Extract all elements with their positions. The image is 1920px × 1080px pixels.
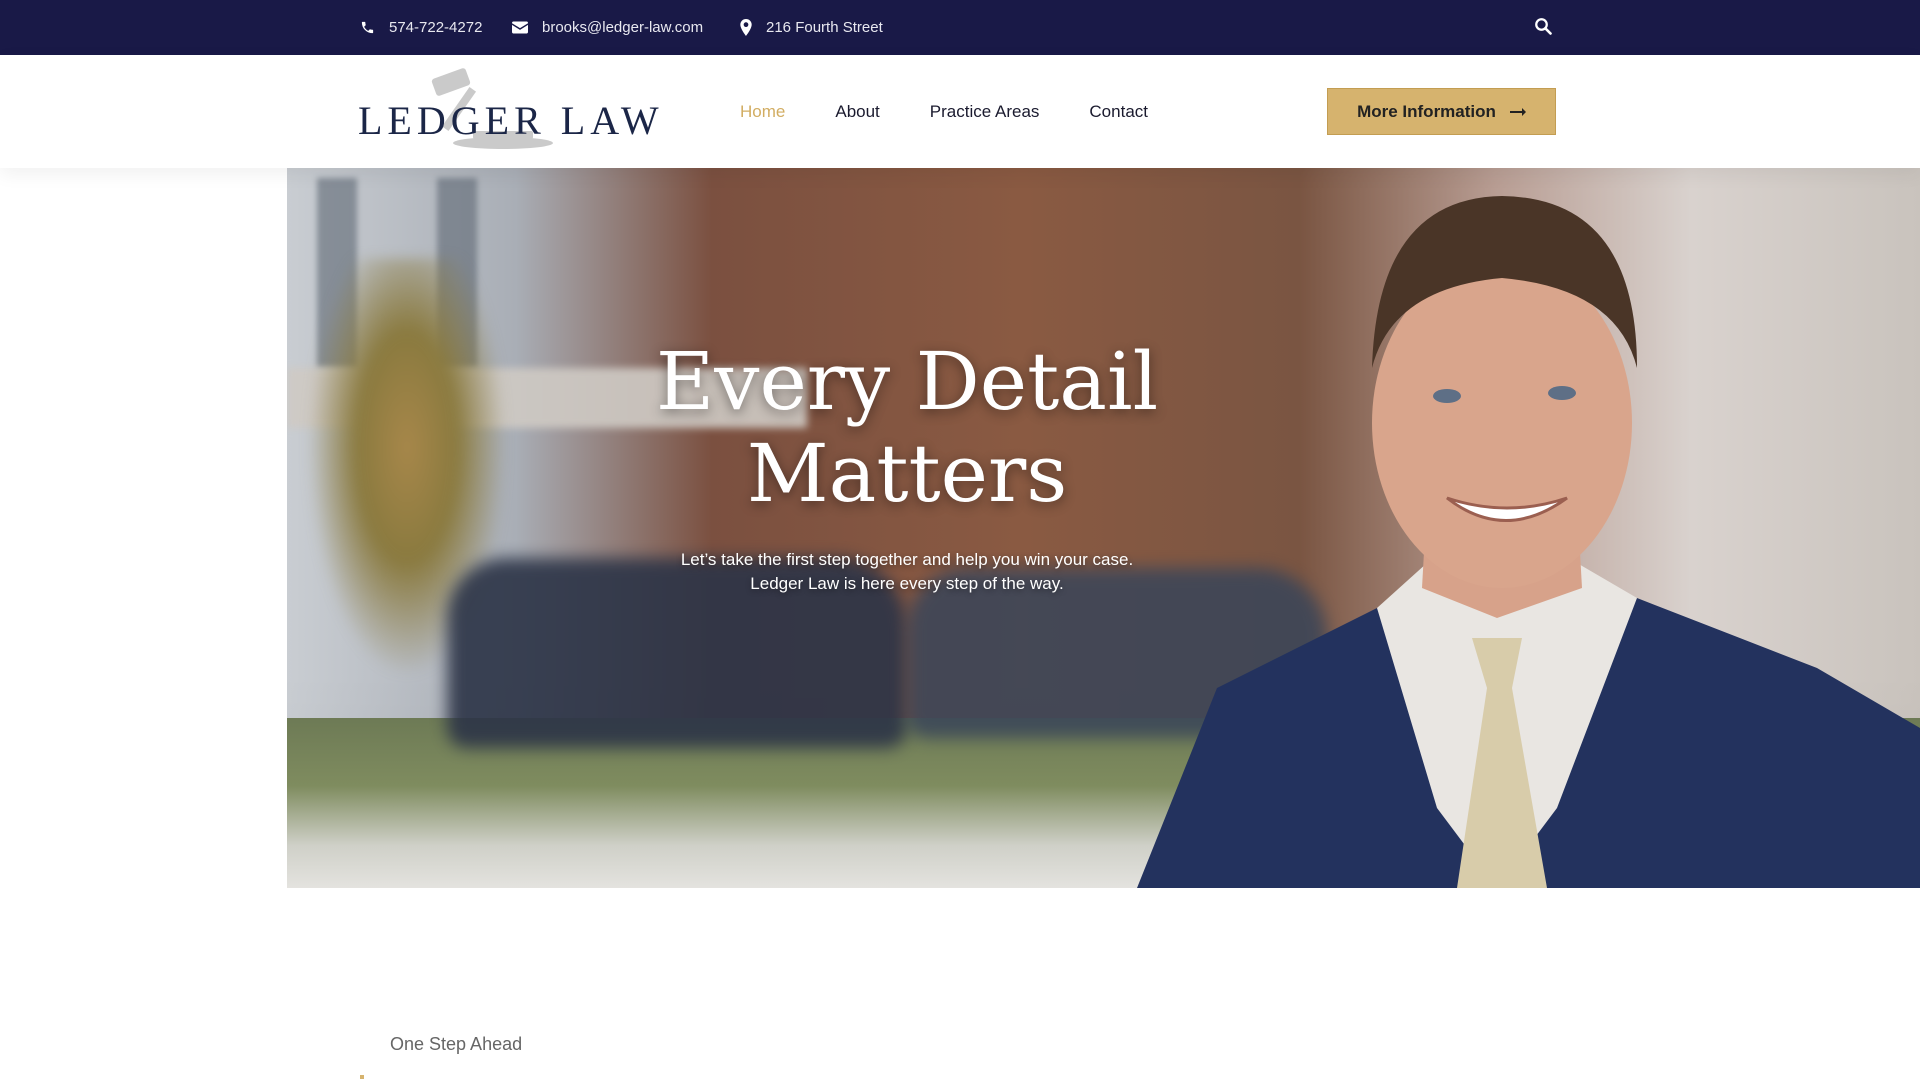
phone-icon (361, 21, 374, 34)
main-nav: Home About Practice Areas Contact (740, 55, 1148, 168)
top-contact-bar: 574-722-4272 brooks@ledger-law.com 216 F… (0, 0, 1920, 55)
hero-subtitle-line: Ledger Law is here every step of the way… (750, 574, 1064, 593)
hero-subtitle-line: Let’s take the first step together and h… (680, 550, 1134, 569)
nav-practice-areas[interactable]: Practice Areas (930, 102, 1040, 122)
hero-title: Every Detail Matters (587, 336, 1227, 520)
attorney-portrait (1137, 196, 1920, 888)
phone-link[interactable]: 574-722-4272 (360, 0, 482, 55)
logo-text: LEDGER LAW (358, 98, 664, 143)
phone-number: 574-722-4272 (389, 19, 483, 36)
email-link[interactable]: brooks@ledger-law.com (512, 0, 703, 55)
more-information-button[interactable]: More Information (1327, 88, 1556, 135)
arrow-right-icon (1509, 107, 1526, 116)
site-header: LEDGER LAW Home About Practice Areas Con… (0, 55, 1920, 168)
hero-title-line: Every Detail (655, 335, 1159, 428)
more-information-label: More Information (1357, 101, 1496, 121)
hero-subtitle: Let’s take the first step together and h… (587, 548, 1227, 596)
address-link[interactable]: 216 Fourth Street (740, 0, 883, 55)
map-pin-icon (740, 19, 752, 36)
eyebrow-accent (360, 1075, 364, 1079)
section-eyebrow: One Step Ahead (390, 1034, 523, 1054)
nav-contact[interactable]: Contact (1089, 102, 1148, 122)
nav-home[interactable]: Home (740, 102, 785, 122)
hero-section: Every Detail Matters Let’s take the firs… (287, 168, 1920, 888)
hero-title-line: Matters (746, 427, 1068, 520)
envelope-icon (512, 21, 528, 34)
search-button[interactable] (1534, 17, 1554, 37)
street-address: 216 Fourth Street (766, 19, 883, 36)
logo[interactable]: LEDGER LAW (358, 65, 659, 155)
nav-about[interactable]: About (835, 102, 879, 122)
search-icon (1535, 18, 1552, 35)
email-address: brooks@ledger-law.com (542, 19, 704, 36)
